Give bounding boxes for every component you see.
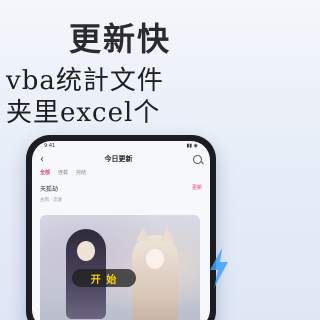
update-badge: 更新 <box>191 185 202 191</box>
tab-serializing[interactable]: 连载 <box>58 169 68 176</box>
tab-all[interactable]: 全部 <box>40 169 50 176</box>
status-bar: 9:41 ▮▮ ◉ <box>32 141 210 151</box>
character-fox-ears <box>132 227 178 320</box>
lightning-icon <box>210 248 228 288</box>
tab-completed[interactable]: 完结 <box>76 169 86 176</box>
nav-bar: ‹ 今日更新 <box>32 151 210 167</box>
overlay-text-line-2: 夹里excel个 <box>6 98 161 128</box>
card-header: 天狐劫 更新 <box>32 180 210 197</box>
chevron-left-icon[interactable]: ‹ <box>40 154 44 165</box>
promo-headline: 更新快 <box>68 20 171 58</box>
phone-screen: 9:41 ▮▮ ◉ ‹ 今日更新 全部 连载 完结 天狐劫 更新 古风 · 恋爱… <box>32 141 210 320</box>
tab-bar: 全部 连载 完结 <box>32 167 210 180</box>
search-icon[interactable] <box>193 154 202 164</box>
card-title: 天狐劫 <box>40 186 59 193</box>
nav-title: 今日更新 <box>104 155 133 163</box>
status-icons: ▮▮ ◉ <box>186 143 198 149</box>
start-button[interactable]: 开 始 <box>72 269 136 287</box>
cover-art[interactable] <box>40 215 200 320</box>
status-time: 9:41 <box>44 143 56 149</box>
card-subtitle: 古风 · 恋爱 <box>40 198 63 203</box>
overlay-text-line-1: vba统計文件 <box>6 66 164 96</box>
phone-mockup: 9:41 ▮▮ ◉ ‹ 今日更新 全部 连载 完结 天狐劫 更新 古风 · 恋爱… <box>26 135 216 320</box>
